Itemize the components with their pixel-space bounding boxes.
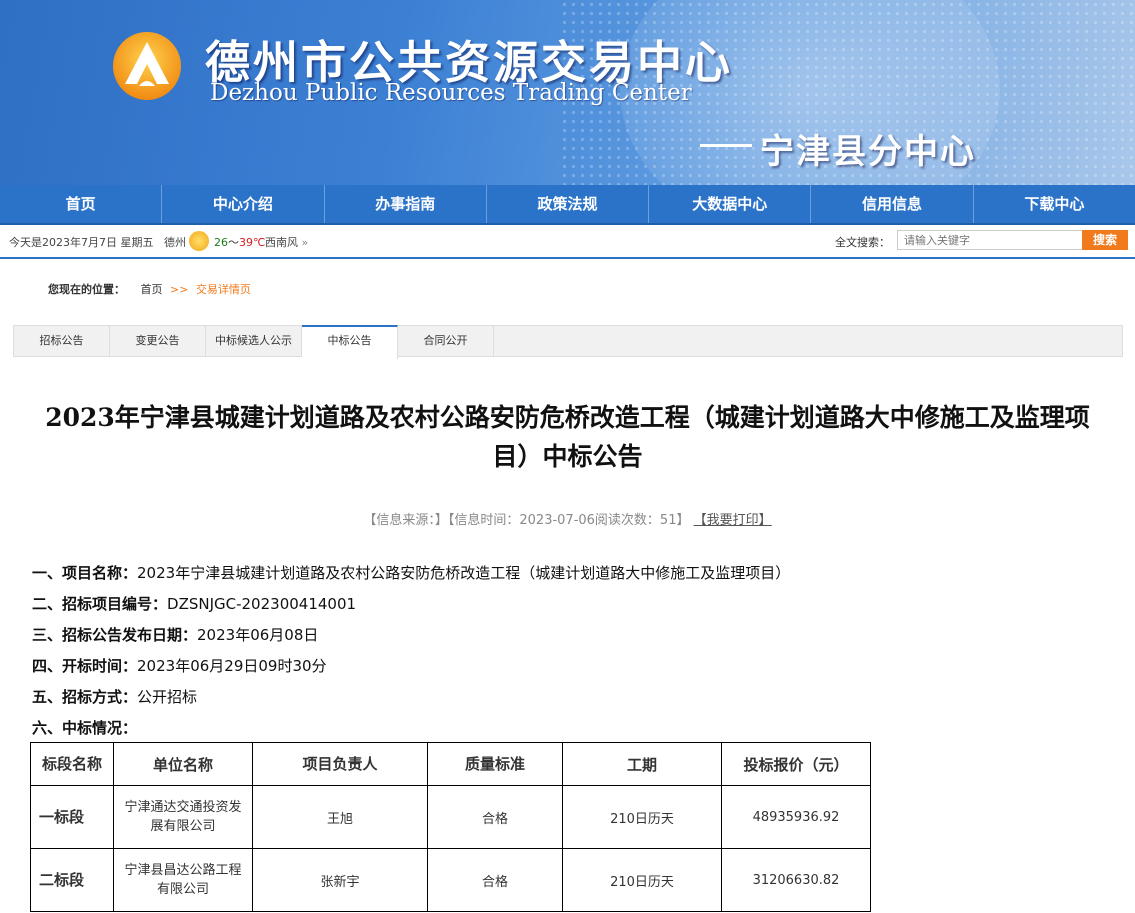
search-input[interactable]: [897, 230, 1087, 250]
breadcrumb-separator: >>: [170, 283, 189, 296]
article-title: 2023年宁津县城建计划道路及农村公路安防危桥改造工程（城建计划道路大中修施工及…: [45, 403, 1090, 471]
article-fields: 一、项目名称：2023年宁津县城建计划道路及农村公路安防危桥改造工程（城建计划道…: [32, 558, 790, 744]
header-cell: 标段名称: [30, 742, 114, 786]
field-tender-method: 五、招标方式：公开招标: [32, 688, 198, 706]
table-cell: 合格: [427, 785, 563, 849]
sunny-weather-icon: [189, 231, 209, 251]
table-cell: 二标段: [30, 848, 114, 912]
table-header-row: 标段名称 单位名称 项目负责人 质量标准 工期 投标报价（元）: [30, 742, 871, 786]
tab-contract-notice[interactable]: 合同公开: [398, 326, 494, 356]
table-cell: 210日历天: [562, 848, 722, 912]
site-title-en: Dezhou Public Resources Trading Center: [210, 80, 692, 106]
table-cell: 合格: [427, 848, 563, 912]
nav-policy[interactable]: 政策法规: [487, 185, 650, 223]
tab-change-notice[interactable]: 变更公告: [110, 326, 206, 356]
tab-award-notice[interactable]: 中标公告: [302, 325, 398, 359]
breadcrumb-home-link[interactable]: 首页: [141, 283, 163, 296]
header-cell: 项目负责人: [252, 742, 428, 786]
subtitle-dash: [700, 144, 752, 147]
wind-text: 西南风 »: [265, 236, 309, 249]
nav-guide[interactable]: 办事指南: [325, 185, 487, 223]
table-cell: 宁津通达交通投资发展有限公司: [113, 785, 253, 849]
table-row: 一标段 宁津通达交通投资发展有限公司 王旭 合格 210日历天 48935936…: [30, 785, 871, 849]
nav-about[interactable]: 中心介绍: [162, 185, 325, 223]
table-cell: 一标段: [30, 785, 114, 849]
table-cell: 210日历天: [562, 785, 722, 849]
header-banner: 德州市公共资源交易中心 Dezhou Public Resources Trad…: [0, 0, 1135, 185]
article-info: 【信息来源：】【信息时间：2023-07-06阅读次数：51】: [363, 513, 690, 528]
award-table: 标段名称 单位名称 项目负责人 质量标准 工期 投标报价（元） 一标段 宁津通达…: [30, 742, 871, 912]
double-chevron-icon: »: [301, 236, 309, 249]
nav-download[interactable]: 下载中心: [974, 185, 1135, 223]
field-publish-date: 三、招标公告发布日期：2023年06月08日: [32, 626, 319, 644]
notice-tabs: 招标公告 变更公告 中标候选人公示 中标公告 合同公开: [13, 325, 1123, 359]
print-link[interactable]: 【我要打印】: [694, 513, 772, 528]
branch-subtitle: 宁津县分中心: [760, 132, 976, 172]
nav-bigdata[interactable]: 大数据中心: [649, 185, 812, 223]
field-bid-opening-time: 四、开标时间：2023年06月29日09时30分: [32, 657, 327, 675]
info-bar: 今天是2023年7月7日 星期五 德州 26～39℃ 西南风 » 全文搜索： 搜…: [0, 225, 1135, 259]
date-text: 今天是2023年7月7日 星期五 德州: [9, 236, 186, 249]
nav-credit[interactable]: 信用信息: [811, 185, 974, 223]
temperature-text: 26～39℃: [214, 236, 266, 249]
main-nav: 首页 中心介绍 办事指南 政策法规 大数据中心 信用信息 下载中心: [0, 185, 1135, 225]
header-cell: 质量标准: [427, 742, 563, 786]
tab-tender-notice[interactable]: 招标公告: [14, 326, 110, 356]
tab-candidate-notice[interactable]: 中标候选人公示: [206, 326, 302, 356]
center-logo-icon: [113, 32, 181, 100]
field-award-status: 六、中标情况：: [32, 719, 138, 737]
table-cell: 王旭: [252, 785, 428, 849]
table-row: 二标段 宁津县昌达公路工程有限公司 张新宇 合格 210日历天 31206630…: [30, 848, 871, 912]
header-cell: 工期: [562, 742, 722, 786]
city-text: 德州: [164, 236, 186, 249]
header-cell: 投标报价（元）: [721, 742, 871, 786]
breadcrumb: 您现在的位置： 首页 >> 交易详情页: [48, 281, 251, 297]
table-cell: 48935936.92: [721, 785, 871, 849]
table-cell: 宁津县昌达公路工程有限公司: [113, 848, 253, 912]
table-cell: 张新宇: [252, 848, 428, 912]
breadcrumb-current[interactable]: 交易详情页: [196, 283, 251, 296]
search-label: 全文搜索：: [835, 236, 890, 249]
field-project-name: 一、项目名称：2023年宁津县城建计划道路及农村公路安防危桥改造工程（城建计划道…: [32, 564, 791, 582]
table-cell: 31206630.82: [721, 848, 871, 912]
header-cell: 单位名称: [113, 742, 253, 786]
search-button[interactable]: 搜索: [1082, 230, 1128, 250]
breadcrumb-label: 您现在的位置：: [48, 283, 125, 296]
article-meta: 【信息来源：】【信息时间：2023-07-06阅读次数：51】 【我要打印】: [0, 509, 1135, 528]
nav-home[interactable]: 首页: [0, 185, 163, 223]
field-project-number: 二、招标项目编号：DZSNJGC-202300414001: [32, 595, 357, 613]
